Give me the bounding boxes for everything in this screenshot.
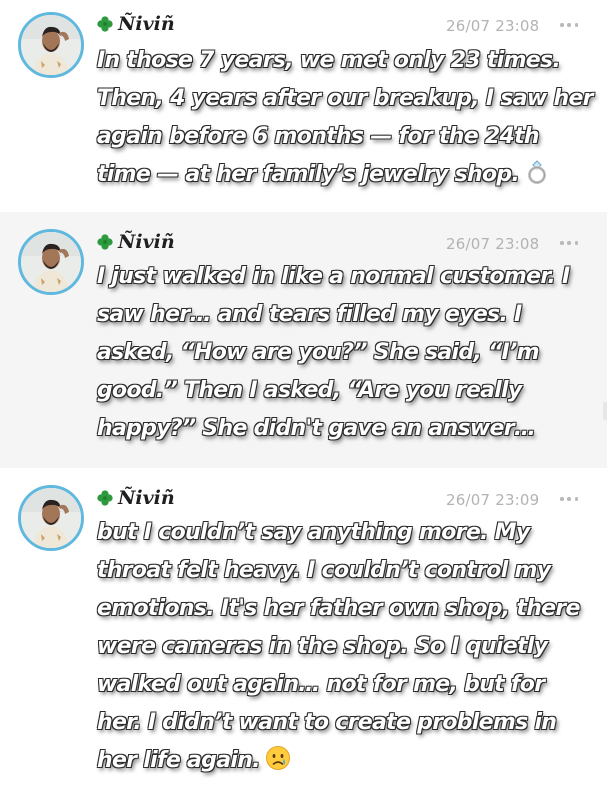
- timestamp: 26/07 23:08: [446, 235, 540, 253]
- avatar[interactable]: [18, 12, 84, 78]
- message-line: were cameras in the shop. So I quietly: [97, 634, 548, 659]
- clover-icon: [96, 233, 114, 251]
- clover-icon: [96, 489, 114, 507]
- message-line: saw her… and tears filled my eyes. I: [97, 302, 522, 327]
- message-feed: Ñiviñ 26/07 23:08 In those 7 years, we m…: [0, 0, 607, 800]
- message-line: again before 6 months — for the 24th: [97, 124, 540, 149]
- avatar[interactable]: [18, 485, 84, 551]
- message-line: emotions. It's her father own shop, ther…: [97, 596, 580, 621]
- message-line: time — at her family’s jewelry shop.: [97, 162, 520, 187]
- more-options-icon[interactable]: [560, 496, 578, 502]
- ring-icon: [524, 159, 550, 185]
- post: Ñiviñ 26/07 23:08 In those 7 years, we m…: [0, 0, 607, 212]
- more-options-icon[interactable]: [560, 240, 578, 246]
- message-text: In those 7 years, we met only 23 times. …: [97, 42, 597, 194]
- author-name-text: Ñiviñ: [118, 13, 175, 35]
- crying-face-icon: [265, 745, 291, 771]
- message-line: her life again.: [97, 748, 261, 773]
- message-line: throat felt heavy. I couldn’t control my: [97, 558, 551, 583]
- message-text: I just walked in like a normal customer.…: [97, 258, 597, 448]
- avatar-photo: [21, 232, 81, 292]
- more-options-icon[interactable]: [560, 22, 578, 28]
- author-name[interactable]: Ñiviñ: [96, 486, 175, 510]
- message-line: I just walked in like a normal customer.…: [97, 264, 570, 289]
- message-line: but I couldn’t say anything more. My: [97, 520, 530, 545]
- author-name-text: Ñiviñ: [118, 487, 175, 509]
- timestamp: 26/07 23:08: [446, 17, 540, 35]
- author-name[interactable]: Ñiviñ: [96, 12, 175, 36]
- author-name[interactable]: Ñiviñ: [96, 230, 175, 254]
- author-name-text: Ñiviñ: [118, 231, 175, 253]
- post: Ñiviñ 26/07 23:09 but I couldn’t say any…: [0, 468, 607, 800]
- message-line: Then, 4 years after our breakup, I saw h…: [97, 86, 594, 111]
- message-line: happy?” She didn't gave an answer…: [97, 416, 536, 441]
- scroll-handle[interactable]: [603, 402, 607, 420]
- message-line-with-emoji: her life again.: [97, 742, 597, 780]
- avatar[interactable]: [18, 229, 84, 295]
- message-text: but I couldn’t say anything more. My thr…: [97, 514, 597, 780]
- clover-icon: [96, 15, 114, 33]
- avatar-photo: [21, 15, 81, 75]
- timestamp: 26/07 23:09: [446, 491, 540, 509]
- avatar-photo: [21, 488, 81, 548]
- message-line: asked, “How are you?” She said, “I’m: [97, 340, 540, 365]
- message-line: walked out again… not for me, but for: [97, 672, 545, 697]
- message-line: In those 7 years, we met only 23 times.: [97, 48, 561, 73]
- message-line: her. I didn’t want to create problems in: [97, 710, 557, 735]
- message-line-with-emoji: time — at her family’s jewelry shop.: [97, 156, 597, 194]
- post: Ñiviñ 26/07 23:08 I just walked in like …: [0, 212, 607, 468]
- message-line: good.” Then I asked, “Are you really: [97, 378, 522, 403]
